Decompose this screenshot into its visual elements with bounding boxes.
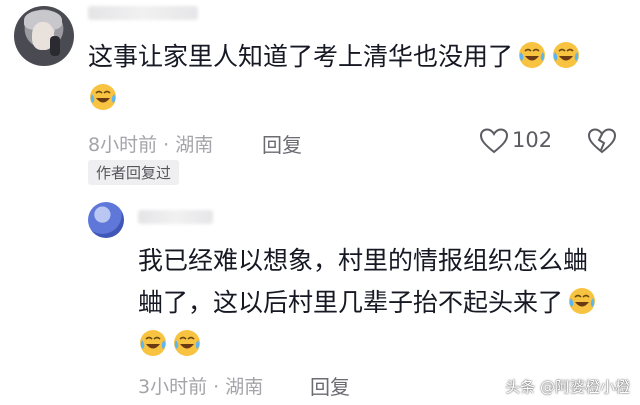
- crying-laughing-emoji-icon: [138, 328, 168, 358]
- reply-time-location: 3小时前 · 湖南: [138, 376, 264, 398]
- reply-body: 我已经难以想象，村里的情报组织怎么蛐 蛐了，这以后村里几辈子抬不起头来了: [138, 240, 628, 366]
- reply-text-line1: 我已经难以想象，村里的情报组织怎么蛐: [138, 246, 589, 275]
- comment-text: 这事让家里人知道了考上清华也没用了: [88, 42, 514, 71]
- replier-avatar[interactable]: [88, 202, 124, 238]
- like-count: 102: [512, 128, 553, 152]
- watermark-text: 头条 @阿婆橙小橙: [505, 378, 630, 396]
- crying-laughing-emoji-icon: [88, 82, 118, 112]
- crying-laughing-emoji-icon: [567, 286, 597, 316]
- heart-outline-icon[interactable]: [479, 128, 509, 158]
- avatar-phone: [50, 36, 60, 56]
- crying-laughing-emoji-icon: [551, 40, 581, 70]
- replier-name-blurred[interactable]: [138, 210, 213, 224]
- reply-reply-button[interactable]: 回复: [310, 371, 350, 400]
- commenter-avatar[interactable]: [14, 6, 74, 66]
- comment-body: 这事让家里人知道了考上清华也没用了: [88, 36, 628, 120]
- comment-time-location: 8小时前 · 湖南: [88, 134, 214, 156]
- comment-reply-button[interactable]: 回复: [262, 129, 302, 158]
- author-replied-tag: 作者回复过: [88, 160, 180, 185]
- reply-text-line2: 蛐了，这以后村里几辈子抬不起头来了: [138, 288, 564, 317]
- crying-laughing-emoji-icon: [517, 40, 547, 70]
- commenter-name-blurred[interactable]: [88, 6, 198, 20]
- crying-laughing-emoji-icon: [172, 328, 202, 358]
- broken-heart-icon[interactable]: [587, 128, 617, 158]
